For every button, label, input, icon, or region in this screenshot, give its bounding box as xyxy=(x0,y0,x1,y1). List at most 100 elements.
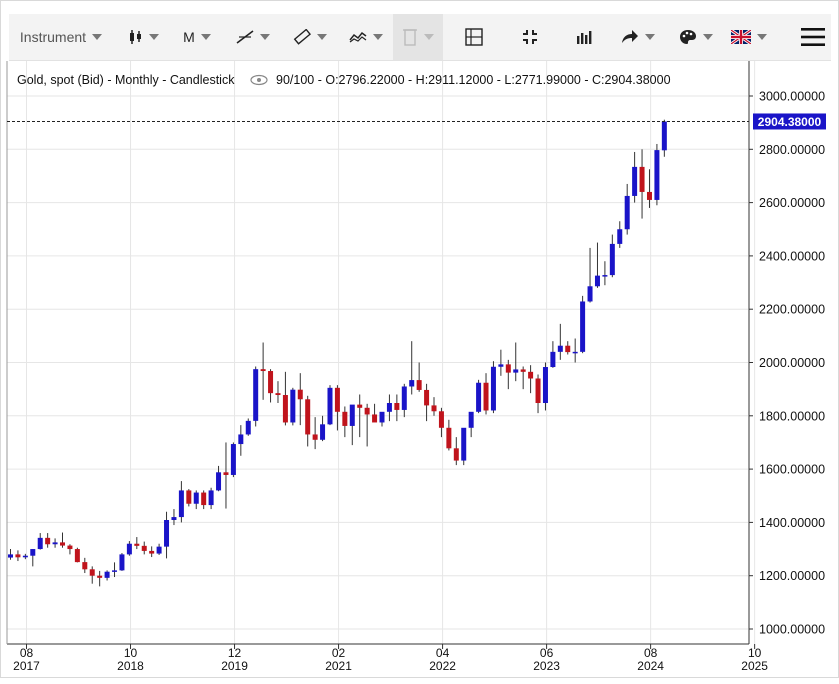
chart-toolbar: Instrument M xyxy=(9,14,831,61)
candle-body xyxy=(587,286,593,302)
y-tick-label: 2600.00000 xyxy=(759,196,825,210)
candle-body xyxy=(186,490,192,504)
candle-body xyxy=(22,555,28,558)
candle-body xyxy=(134,543,140,546)
y-tick-label: 3000.00000 xyxy=(759,90,825,104)
candle xyxy=(379,411,385,427)
candle-body xyxy=(386,403,392,412)
y-tick-label: 2800.00000 xyxy=(759,143,825,157)
delete-dropdown[interactable] xyxy=(393,14,443,60)
candle-body xyxy=(542,367,548,404)
candle-body xyxy=(609,243,615,276)
fullscreen-button[interactable] xyxy=(513,14,547,60)
candle xyxy=(178,481,184,523)
candle xyxy=(30,549,36,567)
y-tick-label: 2400.00000 xyxy=(759,249,825,263)
period-dropdown[interactable]: M xyxy=(177,14,217,60)
layout-button[interactable] xyxy=(457,14,491,60)
candle-body xyxy=(297,389,303,400)
candle-body xyxy=(639,166,645,192)
candle xyxy=(253,366,259,427)
candle xyxy=(290,387,296,426)
candle-body xyxy=(364,407,370,415)
candle xyxy=(461,427,467,466)
candle-body xyxy=(654,150,660,200)
chevron-down-icon xyxy=(200,34,211,40)
candle xyxy=(468,411,474,438)
candle xyxy=(282,371,288,426)
chart-type-dropdown[interactable] xyxy=(121,14,167,60)
candle-body xyxy=(565,345,571,353)
candle xyxy=(312,417,318,450)
candle xyxy=(476,379,482,414)
candle-body xyxy=(223,472,229,475)
candle-body xyxy=(557,345,563,352)
candle xyxy=(342,406,348,438)
candle-body xyxy=(171,517,177,521)
candle xyxy=(602,261,608,286)
indicators-dropdown[interactable] xyxy=(343,14,389,60)
candle-body xyxy=(119,554,125,571)
candle-body xyxy=(520,369,526,372)
candle-body xyxy=(624,195,630,230)
candle-body xyxy=(104,571,110,578)
drawing-tools-dropdown[interactable] xyxy=(231,14,275,60)
candle-body xyxy=(416,380,422,390)
candle xyxy=(104,570,110,581)
candle-body xyxy=(453,448,459,461)
y-tick-label: 1400.00000 xyxy=(759,516,825,530)
instrument-dropdown[interactable]: Instrument xyxy=(13,14,109,60)
candle xyxy=(67,544,73,555)
candle-body xyxy=(30,549,36,556)
candle-body xyxy=(513,369,519,373)
y-tick-label: 2200.00000 xyxy=(759,303,825,317)
x-tick-month: 08 xyxy=(644,646,658,660)
candle xyxy=(528,365,534,394)
candle-body xyxy=(661,121,667,151)
candle-body xyxy=(498,364,504,367)
chevron-down-icon xyxy=(149,34,159,40)
x-tick-year: 2022 xyxy=(429,659,456,673)
y-tick-label: 1800.00000 xyxy=(759,409,825,423)
candle-body xyxy=(617,229,623,244)
x-tick-year: 2024 xyxy=(637,659,664,673)
y-tick-label: 1200.00000 xyxy=(759,569,825,583)
menu-button[interactable] xyxy=(795,14,831,60)
instrument-label: Instrument xyxy=(19,29,87,45)
candle-body xyxy=(141,545,147,551)
candle-body xyxy=(52,542,58,545)
volume-button[interactable] xyxy=(567,14,601,60)
candle xyxy=(431,397,437,416)
candle-body xyxy=(446,427,452,449)
chart-grid xyxy=(7,61,756,644)
eye-icon[interactable] xyxy=(250,74,268,86)
chart-area[interactable]: 1000.00000 1200.00000 1400.00000 1600.00000… xyxy=(1,61,839,679)
candle xyxy=(320,415,326,442)
share-dropdown[interactable] xyxy=(615,14,661,60)
candle xyxy=(617,221,623,248)
language-dropdown[interactable] xyxy=(725,14,773,60)
candle xyxy=(483,373,489,415)
candle xyxy=(112,562,118,578)
candle-body xyxy=(646,191,652,200)
chart-axes: 1000.00000 1200.00000 1400.00000 1600.00000… xyxy=(6,61,826,673)
candle xyxy=(119,553,125,571)
candle xyxy=(572,338,578,363)
bars-icon xyxy=(576,30,592,44)
candle-body xyxy=(74,549,80,563)
candle xyxy=(149,546,155,558)
candle xyxy=(37,533,43,550)
chevron-down-icon xyxy=(645,34,655,40)
x-tick-month: 12 xyxy=(228,646,242,660)
measure-dropdown[interactable] xyxy=(287,14,333,60)
candle-body xyxy=(305,399,311,435)
candle-body xyxy=(60,542,66,546)
candle-body xyxy=(505,364,511,373)
candle-body xyxy=(602,275,608,277)
candle xyxy=(52,538,58,548)
candle xyxy=(15,550,21,562)
candle xyxy=(60,532,66,548)
candle-body xyxy=(394,403,400,410)
theme-dropdown[interactable] xyxy=(673,14,719,60)
candlestick-chart[interactable]: 1000.00000 1200.00000 1400.00000 1600.00000… xyxy=(1,61,839,679)
